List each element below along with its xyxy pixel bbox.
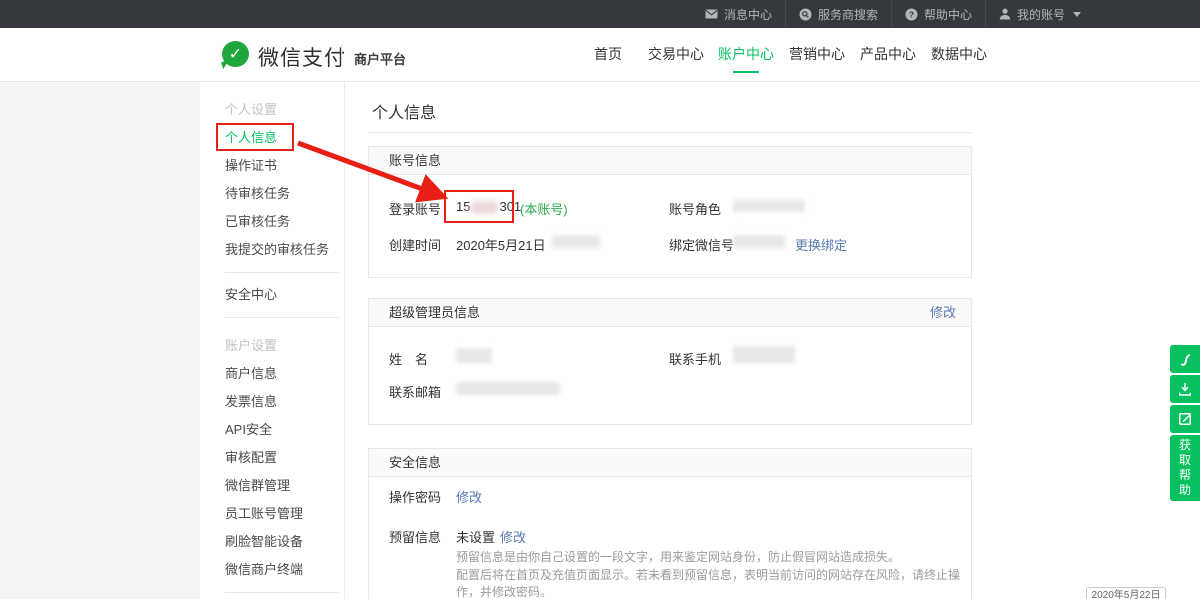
section-title: 安全信息 (389, 449, 441, 476)
redacted-contact-email (456, 382, 560, 395)
bound-wechat-label: 绑定微信号 (669, 235, 734, 254)
topbar-item-provider-search[interactable]: 服务商搜索 (785, 0, 891, 28)
annotation-box-sidebar-personal-info (216, 123, 294, 151)
page-title: 个人信息 (372, 99, 436, 123)
redacted-created-tail (552, 235, 600, 248)
topbar-items: 消息中心 服务商搜索 ? 帮助中心 我的账号 (692, 0, 1094, 28)
sidebar-group-personal-settings: 个人设置 (225, 96, 344, 124)
edit-admin-link[interactable]: 修改 (930, 299, 956, 326)
redacted-bound-wechat (733, 235, 785, 248)
contact-icon (1176, 350, 1194, 368)
portal-title: 商户平台 (354, 49, 406, 68)
search-circle-icon (799, 8, 812, 21)
sidebar-divider (225, 317, 339, 318)
sidebar-item-reviewed-tasks[interactable]: 已审核任务 (200, 208, 344, 236)
edit-reserved-info-link[interactable]: 修改 (500, 527, 526, 546)
feedback-edit-icon (1176, 410, 1194, 428)
nav-marketing-center[interactable]: 营销中心 (789, 28, 845, 81)
account-role-label: 账号角色 (669, 199, 721, 218)
edit-password-link[interactable]: 修改 (456, 487, 482, 506)
sidebar-item-review-config[interactable]: 审核配置 (200, 444, 344, 472)
float-toolbar: 获取帮助 (1170, 345, 1200, 501)
description-line: 预留信息是由你自己设置的一段文字，用来鉴定网站身份，防止假冒网站造成损失。 (456, 549, 961, 567)
reserved-info-status: 未设置 (456, 527, 495, 546)
help-circle-icon: ? (905, 8, 918, 21)
sidebar-item-invoice-info[interactable]: 发票信息 (200, 388, 344, 416)
description-line: 配置后将在首页及充值页面显示。若未看到预留信息，表明当前访问的网站存在风险，请终… (456, 567, 961, 599)
account-info-header: 账号信息 (369, 147, 971, 175)
annotation-arrow (290, 133, 455, 208)
date-tooltip: 2020年5月22日 (1086, 587, 1166, 599)
super-admin-section: 超级管理员信息 修改 姓 名 联系手机 联系邮箱 (368, 298, 972, 425)
redacted-name (456, 348, 492, 363)
nav-transaction-center[interactable]: 交易中心 (648, 28, 704, 81)
redacted-account-role (733, 200, 805, 212)
current-account-tag: (本账号) (520, 199, 568, 218)
download-icon (1176, 380, 1194, 398)
nav-product-center[interactable]: 产品中心 (860, 28, 916, 81)
sidebar-item-my-submitted-review-tasks[interactable]: 我提交的审核任务 (200, 236, 344, 264)
topbar-item-my-account[interactable]: 我的账号 (985, 0, 1094, 28)
sidebar-item-api-security[interactable]: API安全 (200, 416, 344, 444)
title-rule (368, 132, 972, 133)
topbar-item-label: 服务商搜索 (818, 6, 878, 23)
reserved-info-label: 预留信息 (389, 527, 441, 546)
security-info-header: 安全信息 (369, 449, 971, 477)
header: ✓ 微信支付 商户平台 首页 交易中心 账户中心 营销中心 产品中心 数据中心 (0, 28, 1200, 82)
nav-account-center[interactable]: 账户中心 (718, 28, 774, 81)
contact-email-label: 联系邮箱 (389, 382, 441, 401)
download-button[interactable] (1170, 375, 1200, 403)
user-icon (999, 8, 1011, 20)
sidebar-group-account-settings: 账户设置 (225, 332, 344, 360)
reserved-info-description: 预留信息是由你自己设置的一段文字，用来鉴定网站身份，防止假冒网站造成损失。 配置… (456, 549, 961, 599)
wechat-pay-logo-icon: ✓ (222, 41, 249, 67)
name-label: 姓 名 (389, 349, 428, 368)
sidebar-divider (225, 592, 339, 593)
nav-home[interactable]: 首页 (594, 28, 622, 81)
created-time-value: 2020年5月21日 (456, 235, 546, 254)
sidebar-item-face-smart-device[interactable]: 刷脸智能设备 (200, 528, 344, 556)
sidebar-item-security-center[interactable]: 安全中心 (200, 281, 344, 309)
contact-service-button[interactable] (1170, 345, 1200, 373)
nav-data-center[interactable]: 数据中心 (931, 28, 987, 81)
created-time-label: 创建时间 (389, 235, 441, 254)
topbar-item-label: 我的账号 (1017, 6, 1065, 23)
contact-phone-label: 联系手机 (669, 349, 721, 368)
redacted-contact-phone (733, 346, 795, 363)
feedback-button[interactable] (1170, 405, 1200, 433)
sidebar-item-wechat-group-management[interactable]: 微信群管理 (200, 472, 344, 500)
topbar: 消息中心 服务商搜索 ? 帮助中心 我的账号 (0, 0, 1200, 28)
topbar-item-help-center[interactable]: ? 帮助中心 (891, 0, 985, 28)
annotation-box-login-account (444, 190, 514, 223)
left-gutter (0, 82, 200, 599)
wechat-pay-merchant-page: 消息中心 服务商搜索 ? 帮助中心 我的账号 ✓ 微信支付 商户平台 首页 交易… (0, 0, 1200, 599)
logo-divider (341, 45, 342, 66)
security-info-section: 安全信息 操作密码 修改 预留信息 未设置 修改 预留信息是由你自己设置的一段文… (368, 448, 972, 599)
brand-title: 微信支付 (258, 42, 346, 72)
super-admin-header: 超级管理员信息 修改 (369, 299, 971, 327)
envelope-icon (705, 8, 718, 20)
change-binding-link[interactable]: 更换绑定 (795, 235, 847, 254)
sidebar-item-staff-account-management[interactable]: 员工账号管理 (200, 500, 344, 528)
svg-text:?: ? (909, 9, 914, 19)
chevron-down-icon (1073, 12, 1081, 17)
logo-check-glyph: ✓ (229, 44, 242, 64)
topbar-item-label: 帮助中心 (924, 6, 972, 23)
operation-password-label: 操作密码 (389, 487, 441, 506)
sidebar-item-merchant-info[interactable]: 商户信息 (200, 360, 344, 388)
sidebar-item-wechat-merchant-terminal[interactable]: 微信商户终端 (200, 556, 344, 584)
section-title: 超级管理员信息 (389, 299, 480, 326)
get-help-label: 获取帮助 (1179, 438, 1192, 498)
topbar-item-message-center[interactable]: 消息中心 (692, 0, 785, 28)
get-help-button[interactable]: 获取帮助 (1170, 435, 1200, 501)
topbar-item-label: 消息中心 (724, 6, 772, 23)
sidebar-divider (225, 272, 339, 273)
